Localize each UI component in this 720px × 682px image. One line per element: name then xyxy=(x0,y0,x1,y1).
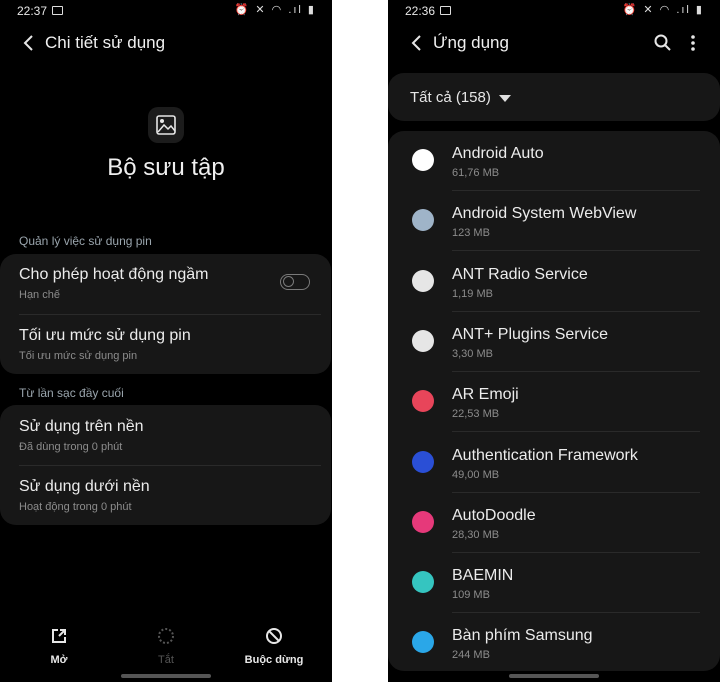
app-name: Android System WebView xyxy=(452,205,637,223)
divider xyxy=(19,314,321,315)
app-name: Bàn phím Samsung xyxy=(452,627,593,645)
app-list-item[interactable]: Android Auto 61,76 MB xyxy=(388,131,720,191)
page-title: Chi tiết sử dụng xyxy=(45,33,166,52)
app-size: 109 MB xyxy=(452,589,490,602)
allow-background-row[interactable]: Cho phép hoạt động ngầm Hạn chế xyxy=(19,266,312,316)
back-arrow-icon[interactable] xyxy=(18,32,40,54)
app-list-item[interactable]: BAEMIN 109 MB xyxy=(388,553,720,614)
section-heading-battery: Quản lý việc sử dụng pin xyxy=(19,234,152,248)
app-icon xyxy=(412,571,434,594)
app-bar: Ứng dụng xyxy=(388,30,720,56)
app-icon xyxy=(412,631,434,654)
app-icon xyxy=(412,269,434,292)
gallery-notification-icon xyxy=(440,6,451,15)
app-size: 3,30 MB xyxy=(452,347,493,360)
open-button[interactable]: Mở xyxy=(19,627,99,666)
app-list-item[interactable]: Android System WebView 123 MB xyxy=(388,191,720,252)
row-subtitle: Tối ưu mức sử dụng pin xyxy=(19,350,138,362)
app-filter-dropdown[interactable]: Tất cả (158) xyxy=(388,73,720,121)
app-icon xyxy=(412,450,434,473)
app-usage-detail-screen: 22:37 ⏰ ✕ ◠ .ıl ▮ Chi tiết sử dụng Bộ sư… xyxy=(0,0,332,682)
dropdown-arrow-icon xyxy=(499,95,511,102)
app-name: AutoDoodle xyxy=(452,506,536,524)
more-options-icon[interactable] xyxy=(682,32,704,54)
row-title: Sử dụng dưới nền xyxy=(19,478,150,495)
gallery-icon xyxy=(148,107,184,143)
back-arrow-icon[interactable] xyxy=(406,32,428,54)
force-stop-icon xyxy=(266,628,282,644)
app-size: 28,30 MB xyxy=(452,528,500,541)
page-title: Ứng dụng xyxy=(433,33,509,52)
app-name: Authentication Framework xyxy=(452,446,638,464)
background-usage-row[interactable]: Sử dụng dưới nền Hoạt động trong 0 phút xyxy=(19,478,312,522)
app-name: ANT Radio Service xyxy=(452,265,588,283)
apps-list-screen: 22:36 ⏰ ✕ ◠ .ıl ▮ Ứng dụng Tất cả (158) … xyxy=(388,0,720,682)
app-icon xyxy=(412,209,434,232)
status-bar: 22:36 ⏰ ✕ ◠ .ıl ▮ xyxy=(388,0,720,22)
row-subtitle: Hạn chế xyxy=(19,289,60,301)
force-stop-button[interactable]: Buộc dừng xyxy=(234,627,314,666)
home-indicator[interactable] xyxy=(509,674,599,678)
disable-button[interactable]: Tắt xyxy=(126,627,206,666)
filter-label: Tất cả (158) xyxy=(410,89,491,106)
row-title: Sử dụng trên nền xyxy=(19,418,144,435)
background-activity-toggle[interactable] xyxy=(280,274,310,290)
row-title: Tối ưu mức sử dụng pin xyxy=(19,327,191,344)
app-list-item[interactable]: Authentication Framework 49,00 MB xyxy=(388,433,720,493)
status-bar: 22:37 ⏰ ✕ ◠ .ıl ▮ xyxy=(0,0,332,22)
app-size: 49,00 MB xyxy=(452,468,500,481)
app-list-item[interactable]: AutoDoodle 28,30 MB xyxy=(388,493,720,553)
app-size: 61,76 MB xyxy=(452,167,500,179)
force-stop-label: Buộc dừng xyxy=(244,654,304,666)
app-name: Bộ sưu tập xyxy=(107,154,225,181)
foreground-usage-row[interactable]: Sử dụng trên nền Đã dùng trong 0 phút xyxy=(19,418,312,464)
app-icon xyxy=(412,390,434,413)
status-icons: ⏰ ✕ ◠ .ıl ▮ xyxy=(622,4,704,16)
app-name: Android Auto xyxy=(452,145,544,162)
optimize-battery-row[interactable]: Tối ưu mức sử dụng pin Tối ưu mức sử dụn… xyxy=(19,327,312,371)
app-bar: Chi tiết sử dụng xyxy=(0,30,332,56)
status-icons: ⏰ ✕ ◠ .ıl ▮ xyxy=(234,4,316,16)
search-icon[interactable] xyxy=(652,32,674,54)
disable-label: Tắt xyxy=(158,654,174,666)
home-indicator[interactable] xyxy=(121,674,211,678)
app-list-item[interactable]: ANT Radio Service 1,19 MB xyxy=(388,252,720,312)
app-icon xyxy=(412,329,434,352)
app-name: BAEMIN xyxy=(452,567,514,585)
status-time: 22:37 xyxy=(17,4,48,18)
status-time: 22:36 xyxy=(405,4,436,18)
divider xyxy=(19,465,321,466)
app-name: AR Emoji xyxy=(452,386,519,404)
row-subtitle: Hoạt động trong 0 phút xyxy=(19,501,132,513)
row-subtitle: Đã dùng trong 0 phút xyxy=(19,441,123,453)
app-list-item[interactable]: ANT+ Plugins Service 3,30 MB xyxy=(388,312,720,372)
open-label: Mở xyxy=(50,654,68,666)
row-title: Cho phép hoạt động ngầm xyxy=(19,266,209,283)
usage-card: Sử dụng trên nền Đã dùng trong 0 phút Sử… xyxy=(0,405,331,525)
battery-card: Cho phép hoạt động ngầm Hạn chế Tối ưu m… xyxy=(0,254,331,374)
open-external-icon xyxy=(52,629,66,643)
section-heading-since-charge: Từ lần sạc đầy cuối xyxy=(19,386,124,400)
disable-icon xyxy=(158,628,174,644)
app-size: 22,53 MB xyxy=(452,408,500,421)
app-size: 123 MB xyxy=(452,227,490,240)
gallery-notification-icon xyxy=(52,6,63,15)
app-list-item[interactable]: Bàn phím Samsung 244 MB xyxy=(388,613,720,671)
app-list-item[interactable]: AR Emoji 22,53 MB xyxy=(388,372,720,433)
app-icon xyxy=(412,510,434,533)
app-name: ANT+ Plugins Service xyxy=(452,325,609,343)
app-size: 1,19 MB xyxy=(452,287,493,300)
app-icon xyxy=(412,149,434,171)
app-size: 244 MB xyxy=(452,649,490,662)
app-list: Android Auto 61,76 MB Android System WebVi… xyxy=(388,131,720,671)
